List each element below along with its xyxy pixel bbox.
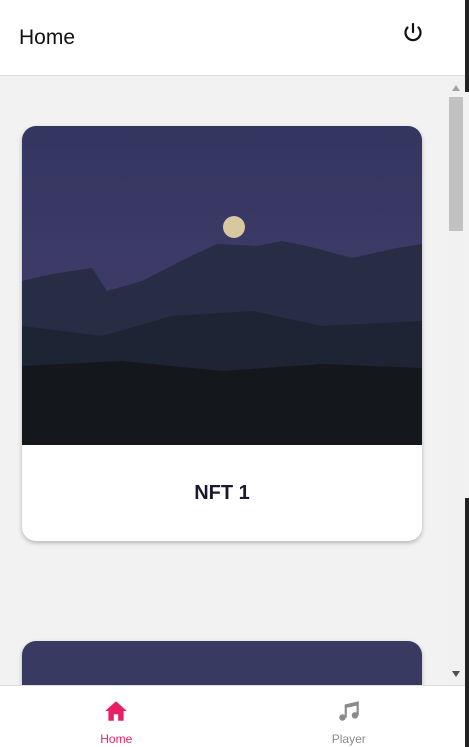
home-icon — [105, 701, 128, 721]
nav-label: Player — [331, 732, 366, 746]
nft-image — [22, 126, 422, 445]
window-edge — [465, 498, 469, 747]
bottom-nav: Home Player — [0, 685, 465, 747]
page-title: Home — [19, 25, 76, 49]
nft-card[interactable]: NFT 1 — [22, 126, 422, 541]
nft-list: NFT 1 — [0, 77, 447, 685]
scroll-thumb[interactable] — [449, 97, 463, 231]
app-header: Home — [0, 0, 465, 76]
scroll-up-arrow[interactable] — [452, 85, 460, 91]
nav-item-home[interactable]: Home — [0, 686, 233, 747]
music-note-icon — [339, 701, 359, 721]
window-edge — [465, 0, 469, 92]
scroll-down-arrow[interactable] — [452, 671, 460, 677]
nav-item-player[interactable]: Player — [233, 686, 466, 747]
nft-title: NFT 1 — [194, 481, 250, 504]
power-icon[interactable] — [401, 21, 425, 45]
nav-label: Home — [100, 732, 133, 746]
scrollbar[interactable] — [447, 77, 465, 685]
nft-card[interactable] — [22, 641, 422, 685]
nft-title — [22, 641, 422, 685]
